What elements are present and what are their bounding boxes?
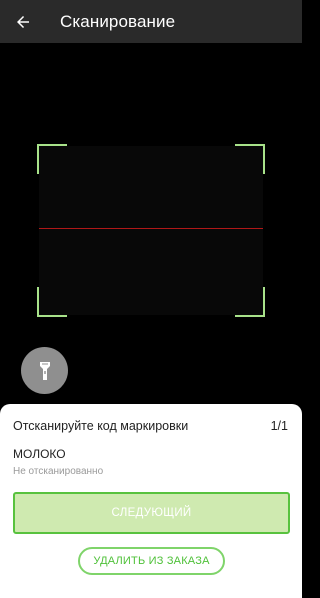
back-button[interactable]	[0, 0, 46, 43]
sheet-header: Отсканируйте код маркировки 1/1	[13, 419, 288, 433]
next-button[interactable]: СЛЕДУЮЩИЙ	[13, 492, 290, 534]
scan-frame-corner-top-right	[235, 144, 265, 174]
scan-line	[39, 228, 263, 229]
scan-frame-corner-bottom-left	[37, 287, 67, 317]
scan-instruction: Отсканируйте код маркировки	[13, 419, 189, 433]
scan-frame	[37, 144, 265, 317]
scan-counter: 1/1	[270, 419, 288, 433]
flashlight-button[interactable]	[21, 347, 68, 394]
product-name: МОЛОКО	[13, 447, 66, 461]
scan-bottom-sheet: Отсканируйте код маркировки 1/1 МОЛОКО Н…	[0, 404, 302, 598]
scan-frame-corner-top-left	[37, 144, 67, 174]
page-title: Сканирование	[60, 11, 176, 31]
flashlight-icon	[39, 361, 50, 380]
app-bar: Сканирование	[0, 0, 302, 43]
scan-area	[39, 146, 263, 315]
scan-status: Не отсканированно	[13, 466, 104, 477]
scan-frame-corner-bottom-right	[235, 287, 265, 317]
remove-from-order-button[interactable]: УДАЛИТЬ ИЗ ЗАКАЗА	[78, 547, 225, 575]
arrow-left-icon	[17, 15, 29, 28]
